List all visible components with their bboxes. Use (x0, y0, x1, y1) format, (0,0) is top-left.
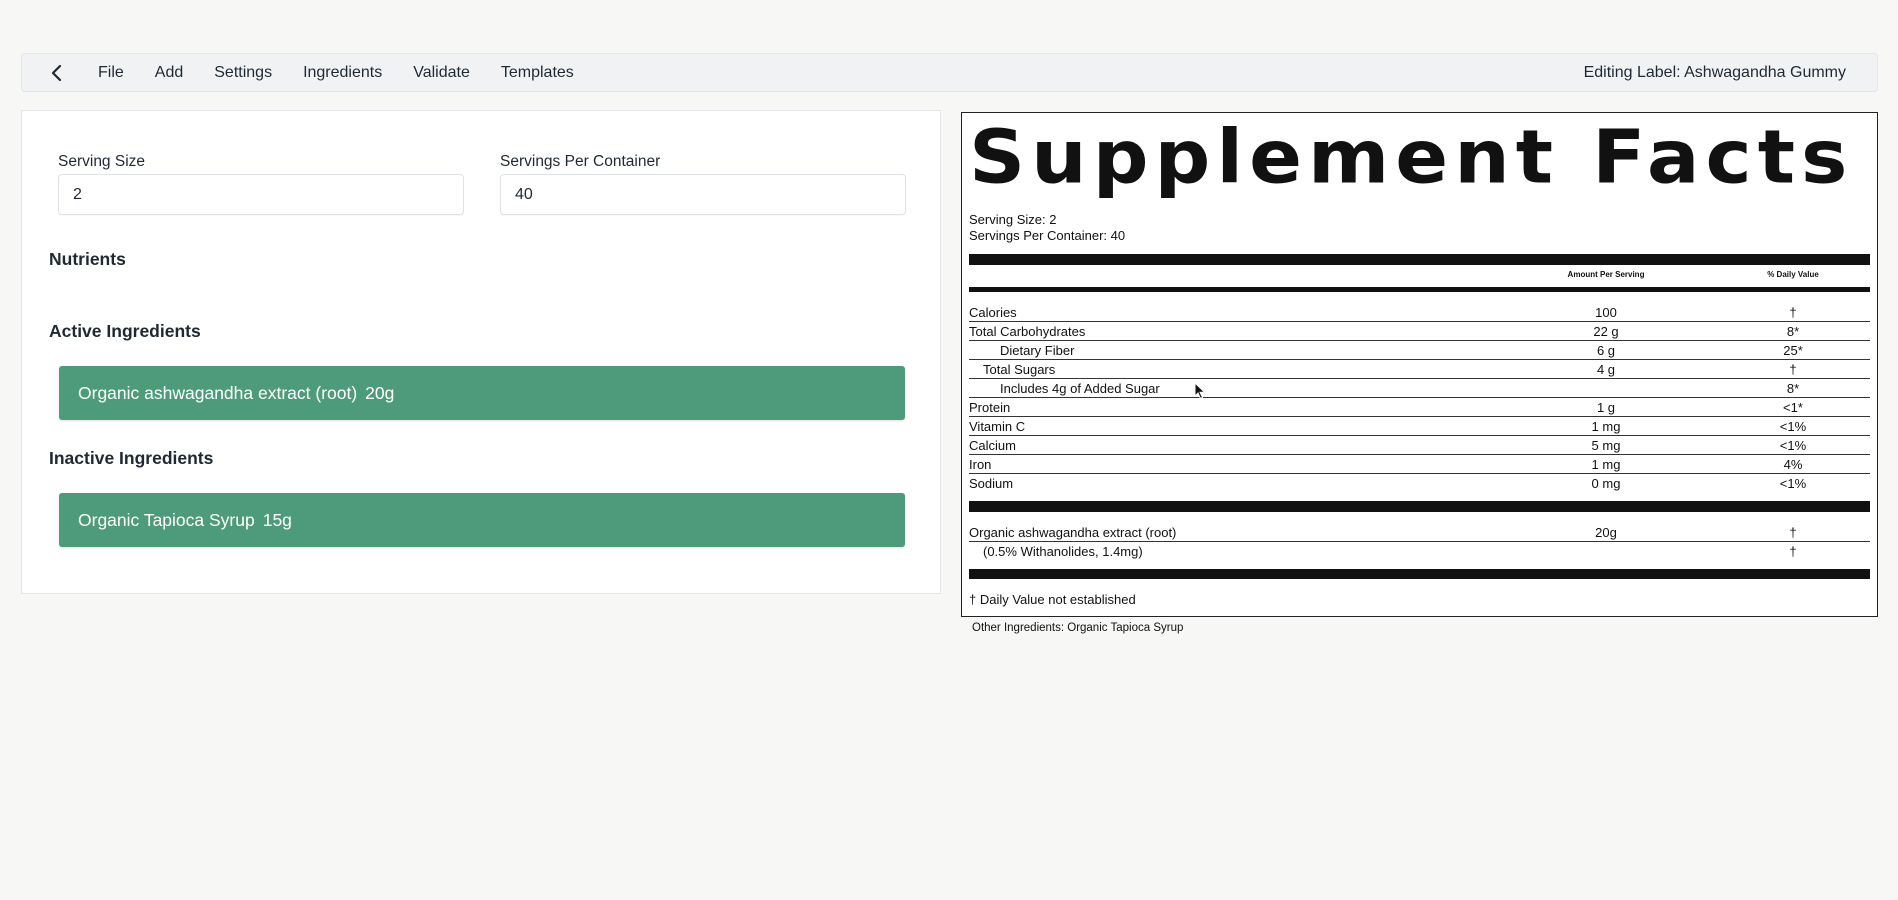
label-title: Supplement Facts (969, 115, 1854, 201)
editing-label-title: Editing Label: Ashwagandha Gummy (1583, 64, 1846, 81)
label-divider-medium (969, 287, 1870, 292)
servings-per-container-label: Servings Per Container (500, 153, 661, 170)
serving-size-label: Serving Size (58, 153, 146, 170)
label-row: Organic ashwagandha extract (root) 20g † (969, 523, 1870, 542)
label-row-daily-value: 25* (1783, 343, 1803, 358)
label-row-amount: 5 mg (1591, 438, 1621, 453)
label-row-daily-value: † (1789, 544, 1797, 559)
label-row-daily-value: 8* (1786, 381, 1800, 396)
label-row-amount: 100 (1595, 305, 1617, 320)
label-row: Sodium 0 mg <1% (969, 474, 1870, 493)
label-row-name: Dietary Fiber (1000, 343, 1075, 358)
ingredient-quantity: 20g (365, 382, 395, 403)
ingredient-name: Organic ashwagandha extract (root) (78, 382, 358, 403)
inactive-ingredients-heading: Inactive Ingredients (49, 448, 214, 468)
label-editor-panel: Serving Size Servings Per Container Nutr… (21, 110, 941, 594)
label-row: Vitamin C 1 mg <1% (969, 417, 1870, 436)
label-row-name: Calories (969, 305, 1017, 320)
label-row-name: Iron (969, 457, 992, 472)
label-row: Total Carbohydrates 22 g 8* (969, 322, 1870, 341)
label-row: Calcium 5 mg <1% (969, 436, 1870, 455)
label-row-daily-value: <1% (1779, 419, 1807, 434)
label-row-daily-value: <1% (1779, 476, 1807, 491)
label-row-name: Sodium (969, 476, 1014, 491)
label-row-daily-value: † (1789, 305, 1797, 320)
label-row-daily-value: † (1789, 362, 1797, 377)
supplement-facts-label: Supplement Facts Serving Size: 2 Serving… (961, 112, 1878, 617)
chevron-left-icon (51, 64, 62, 81)
menu-templates[interactable]: Templates (501, 64, 590, 82)
label-row-amount: 4 g (1596, 362, 1616, 377)
active-ingredients-heading: Active Ingredients (49, 321, 201, 341)
label-divider-thick (969, 254, 1870, 265)
label-row-name: Vitamin C (969, 419, 1026, 434)
ingredient-name: Organic Tapioca Syrup (78, 509, 255, 530)
label-row-amount: 0 mg (1591, 476, 1621, 491)
servings-per-container-input[interactable] (500, 174, 906, 215)
ingredient-quantity: 15g (262, 509, 292, 530)
label-servings-per-container: Servings Per Container: 40 (969, 228, 1126, 243)
menu-settings[interactable]: Settings (214, 64, 288, 82)
label-row-amount: 20g (1595, 525, 1617, 540)
label-row-daily-value: † (1789, 525, 1797, 540)
menu-items: File Add Settings Ingredients Validate T… (98, 64, 605, 82)
label-row-amount: 1 g (1596, 400, 1616, 415)
label-row: (0.5% Withanolides, 1.4mg) † (969, 542, 1870, 561)
label-divider-thick (969, 501, 1870, 512)
other-ingredients-text: Other Ingredients: Organic Tapioca Syrup (972, 622, 1184, 634)
menu-file[interactable]: File (98, 64, 140, 82)
label-row-name: Organic ashwagandha extract (root) (969, 525, 1177, 540)
menu-validate[interactable]: Validate (413, 64, 486, 82)
active-ingredient-item[interactable]: Organic ashwagandha extract (root) 20g (59, 366, 905, 420)
label-row-daily-value: <1* (1783, 400, 1803, 415)
label-row-name: Calcium (969, 438, 1016, 453)
label-row: Calories 100 † (969, 303, 1870, 322)
label-row-name: Total Carbohydrates (969, 324, 1086, 339)
label-footnote: † Daily Value not established (969, 592, 1136, 607)
label-serving-size: Serving Size: 2 (969, 212, 1057, 227)
label-row-daily-value: 4% (1783, 457, 1803, 472)
label-divider-thick (969, 569, 1870, 579)
label-row: Total Sugars 4 g † (969, 360, 1870, 379)
label-row: Includes 4g of Added Sugar 8* (969, 379, 1870, 398)
nutrients-heading: Nutrients (49, 249, 126, 269)
label-row-name: (0.5% Withanolides, 1.4mg) (983, 544, 1143, 559)
label-row-amount: 6 g (1596, 343, 1616, 358)
label-row-amount: 1 mg (1591, 457, 1621, 472)
label-row-daily-value: <1% (1779, 438, 1807, 453)
label-row-name: Total Sugars (983, 362, 1056, 377)
back-button[interactable] (40, 56, 74, 90)
label-row-amount: 22 g (1593, 324, 1619, 339)
label-row-name: Protein (969, 400, 1011, 415)
label-row-name: Includes 4g of Added Sugar (1000, 381, 1160, 396)
label-row-amount: 1 mg (1591, 419, 1621, 434)
label-row: Iron 1 mg 4% (969, 455, 1870, 474)
serving-size-input[interactable] (58, 174, 464, 215)
menu-add[interactable]: Add (155, 64, 199, 82)
top-menubar: File Add Settings Ingredients Validate T… (21, 53, 1878, 92)
menu-ingredients[interactable]: Ingredients (303, 64, 398, 82)
col-daily-value: % Daily Value (1767, 270, 1819, 279)
col-amount-per-serving: Amount Per Serving (1567, 270, 1645, 279)
inactive-ingredient-item[interactable]: Organic Tapioca Syrup 15g (59, 493, 905, 547)
mouse-cursor-icon (1194, 382, 1206, 400)
label-row: Protein 1 g <1* (969, 398, 1870, 417)
label-row: Dietary Fiber 6 g 25* (969, 341, 1870, 360)
label-row-daily-value: 8* (1786, 324, 1800, 339)
